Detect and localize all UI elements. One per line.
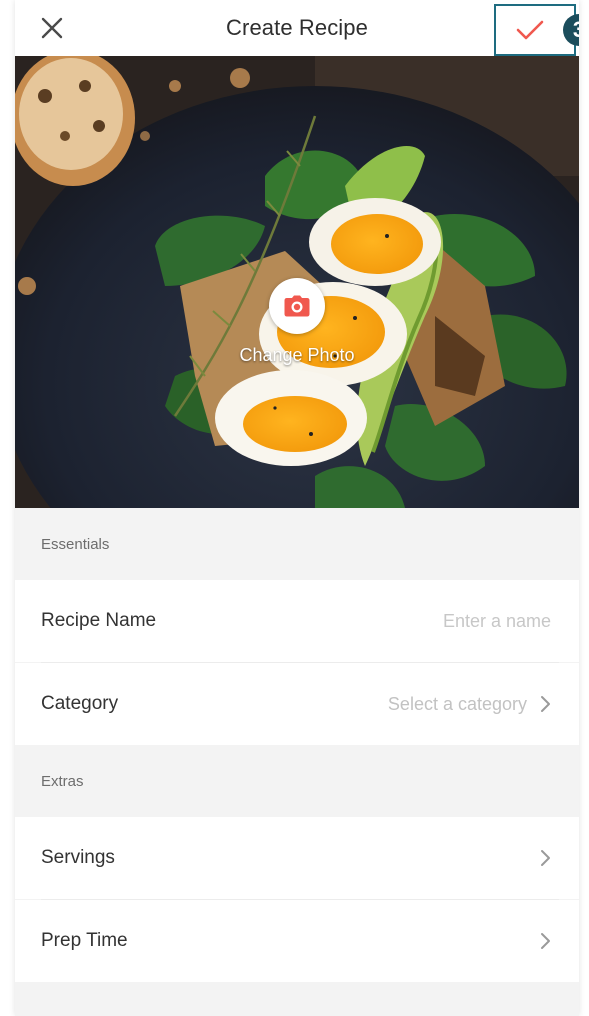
camera-button[interactable] [269, 278, 325, 334]
recipe-photo[interactable]: Change Photo [15, 56, 579, 508]
chevron-right-icon [541, 696, 550, 712]
category-placeholder: Select a category [387, 693, 527, 714]
section-header-essentials: Essentials [15, 508, 579, 580]
servings-row[interactable]: Servings [15, 817, 579, 899]
chevron-right-icon [541, 850, 550, 866]
close-icon [41, 17, 63, 39]
change-photo-button[interactable]: Change Photo [215, 278, 379, 378]
app-screen: Create Recipe 3 [15, 0, 579, 1016]
page-title: Create Recipe [226, 15, 368, 40]
category-row[interactable]: Category Select a category [15, 663, 579, 745]
prep-time-label: Prep Time [41, 930, 128, 951]
category-label: Category [41, 693, 119, 714]
prep-time-row[interactable]: Prep Time [15, 900, 579, 982]
close-button[interactable] [37, 13, 67, 43]
recipe-name-row[interactable]: Recipe Name [15, 580, 579, 662]
change-photo-label: Change Photo [239, 345, 355, 365]
servings-label: Servings [41, 847, 115, 868]
recipe-name-input[interactable] [331, 610, 551, 632]
recipe-name-label: Recipe Name [41, 610, 157, 631]
chevron-right-icon [541, 933, 550, 949]
checkmark-icon [516, 20, 544, 40]
section-header-extras: Extras [15, 745, 579, 817]
camera-icon [284, 295, 310, 317]
top-bar: Create Recipe [15, 0, 579, 56]
